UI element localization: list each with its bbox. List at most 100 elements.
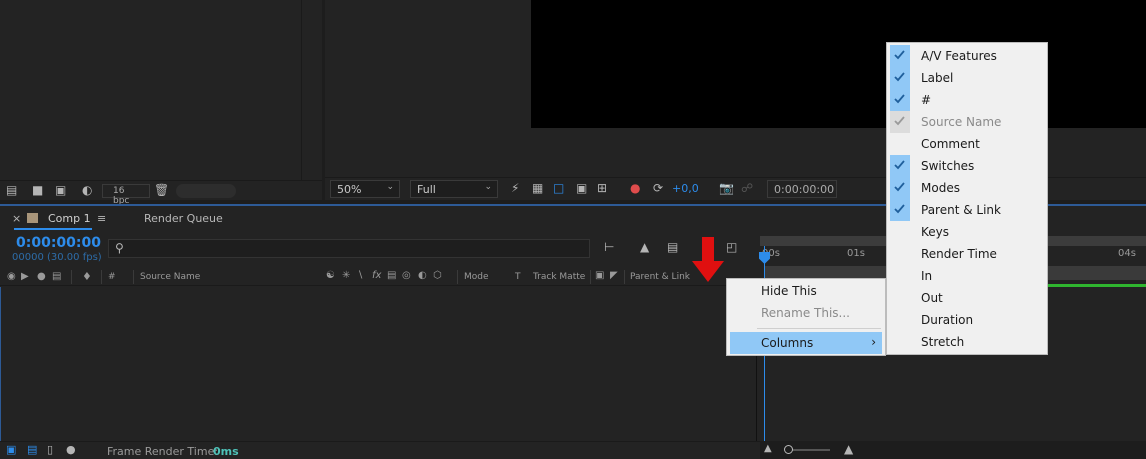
ruler-tick-label: 01s xyxy=(847,248,865,259)
adjustment-layer-icon[interactable]: ◐ xyxy=(418,270,427,281)
graph-editor-icon[interactable]: ◰ xyxy=(726,240,737,254)
search-icon: ⚲ xyxy=(115,241,124,255)
channels-icon[interactable]: ● xyxy=(630,181,640,195)
submenu-item-render-time[interactable]: Render Time xyxy=(887,243,1047,265)
collapse-transformations-icon[interactable]: ✳ xyxy=(342,270,350,281)
submenu-item-out[interactable]: Out xyxy=(887,287,1047,309)
effects-fx-icon[interactable]: fx xyxy=(372,270,381,281)
submenu-item-source-name: Source Name xyxy=(887,111,1047,133)
comp-label-swatch xyxy=(27,213,38,223)
submenu-item-label: Label xyxy=(921,71,954,85)
submenu-item-label: Source Name xyxy=(921,115,1002,129)
bit-depth-button[interactable]: 16 bpc xyxy=(102,184,150,206)
submenu-item-modes[interactable]: Modes xyxy=(887,177,1047,199)
timeline-footer: ▣ ▤ ▯ ● Frame Render Time: 0ms xyxy=(0,441,760,459)
matte-alpha-icon[interactable]: ▣ xyxy=(595,270,604,281)
submenu-item-switches[interactable]: Switches xyxy=(887,155,1047,177)
submenu-item-label: Stretch xyxy=(921,335,965,349)
3d-layer-icon[interactable]: ⬡ xyxy=(433,270,442,281)
new-folder-icon[interactable]: ■ xyxy=(32,183,43,197)
project-list-area[interactable] xyxy=(0,0,302,180)
snapshot-camera-icon[interactable]: 📷 xyxy=(719,181,734,195)
submenu-item-label: In xyxy=(921,269,933,283)
check-icon xyxy=(890,155,910,177)
check-icon xyxy=(890,199,910,221)
submenu-item-label: Modes xyxy=(921,181,960,195)
column-track-matte[interactable]: Track Matte xyxy=(533,272,585,282)
audio-speaker-icon[interactable]: ▶ xyxy=(21,271,29,282)
tab-comp-1[interactable]: Comp 1 xyxy=(48,212,91,225)
solo-dot-icon[interactable]: ● xyxy=(37,271,46,282)
check-icon xyxy=(890,177,910,199)
column-layer-number[interactable]: # xyxy=(108,272,116,282)
trash-icon[interactable]: 🗑 xyxy=(154,183,169,197)
zoom-in-icon[interactable]: ▲ xyxy=(844,442,853,456)
submenu-item-label: Duration xyxy=(921,313,974,327)
resolution-value: Full xyxy=(417,183,436,196)
menu-item-hide-this[interactable]: Hide This xyxy=(727,280,885,302)
panel-menu-icon[interactable]: ≡ xyxy=(97,212,106,225)
thumbnail-scroll[interactable] xyxy=(176,184,236,198)
menu-item-label: Hide This xyxy=(761,284,817,298)
region-of-interest-icon[interactable]: ▣ xyxy=(576,181,587,195)
submenu-item-label: Out xyxy=(921,291,943,305)
new-composition-icon[interactable]: ▣ xyxy=(55,183,66,197)
submenu-chevron-right-icon: › xyxy=(871,335,876,349)
hide-shy-layers-icon[interactable]: ▤ xyxy=(667,240,678,254)
submenu-item-stretch[interactable]: Stretch xyxy=(887,331,1047,353)
current-time-display[interactable]: 0:00:00:00 xyxy=(16,235,101,251)
draft-3d-icon[interactable]: ▲ xyxy=(640,240,649,254)
viewer-timecode[interactable]: 0:00:00:00 xyxy=(767,180,837,198)
submenu-item-label: Parent & Link xyxy=(921,203,1001,217)
submenu-item-duration[interactable]: Duration xyxy=(887,309,1047,331)
menu-item-label: Rename This... xyxy=(761,306,850,320)
submenu-item-parent-link[interactable]: Parent & Link xyxy=(887,199,1047,221)
column-mode[interactable]: Mode xyxy=(464,272,489,282)
column-preserve-transparency[interactable]: T xyxy=(515,272,521,282)
column-source-name[interactable]: Source Name xyxy=(140,272,200,282)
project-footer: ▤ ■ ▣ ◐ 16 bpc 🗑 xyxy=(0,180,322,206)
menu-item-columns[interactable]: Columns › xyxy=(730,332,882,354)
check-icon xyxy=(890,67,910,89)
submenu-item-label: A/V Features xyxy=(921,49,997,63)
render-time-toggle-icon[interactable]: ● xyxy=(66,443,76,457)
tab-render-queue[interactable]: Render Queue xyxy=(144,212,223,225)
submenu-item-comment[interactable]: Comment xyxy=(887,133,1047,155)
label-tag-icon[interactable]: ♦ xyxy=(82,270,92,283)
submenu-item-in[interactable]: In xyxy=(887,265,1047,287)
show-snapshot-icon[interactable]: ☍ xyxy=(741,181,753,195)
modes-toggle-icon[interactable]: ▤ xyxy=(27,443,37,457)
transparency-grid-icon[interactable]: ▦ xyxy=(532,181,543,195)
zoom-dropdown[interactable]: 50% ⌄ xyxy=(330,180,400,198)
video-eye-icon[interactable]: ◉ xyxy=(7,271,16,282)
mask-visibility-icon[interactable]: □ xyxy=(553,181,564,195)
lock-icon[interactable]: ▤ xyxy=(52,271,61,282)
submenu-item-av-features[interactable]: A/V Features xyxy=(887,45,1047,67)
frame-blending-icon[interactable]: ▤ xyxy=(387,270,396,281)
composition-mini-flowchart-icon[interactable]: ⊢ xyxy=(604,240,614,254)
color-management-icon[interactable]: ⟳ xyxy=(653,181,663,195)
submenu-item-layer-number[interactable]: # xyxy=(887,89,1047,111)
shy-icon[interactable]: ☯ xyxy=(326,270,335,281)
column-parent-link[interactable]: Parent & Link xyxy=(630,272,690,282)
layer-search-input[interactable]: ⚲ xyxy=(108,239,590,258)
fast-previews-icon[interactable]: ⚡ xyxy=(511,181,519,195)
column-header-context-menu: Hide This Rename This... Columns › xyxy=(726,278,886,356)
zoom-slider-handle[interactable] xyxy=(784,445,793,454)
in-out-toggle-icon[interactable]: ▯ xyxy=(47,443,53,457)
matte-invert-icon[interactable]: ◤ xyxy=(610,270,618,281)
zoom-out-icon[interactable]: ▲ xyxy=(764,442,772,456)
quality-icon[interactable]: ∖ xyxy=(357,270,363,281)
layer-switches-toggle-icon[interactable]: ▣ xyxy=(6,443,16,457)
motion-blur-icon[interactable]: ◎ xyxy=(402,270,411,281)
composition-canvas[interactable] xyxy=(531,0,1146,128)
layer-list-area[interactable] xyxy=(0,287,757,441)
close-tab-icon[interactable]: × xyxy=(12,212,21,225)
submenu-item-label-column[interactable]: Label xyxy=(887,67,1047,89)
resolution-dropdown[interactable]: Full ⌄ xyxy=(410,180,498,198)
exposure-value[interactable]: +0,0 xyxy=(672,182,699,195)
interpret-footage-icon[interactable]: ▤ xyxy=(6,183,17,197)
grid-guides-icon[interactable]: ⊞ xyxy=(597,181,607,195)
adjust-project-settings-icon[interactable]: ◐ xyxy=(82,183,92,197)
submenu-item-keys[interactable]: Keys xyxy=(887,221,1047,243)
